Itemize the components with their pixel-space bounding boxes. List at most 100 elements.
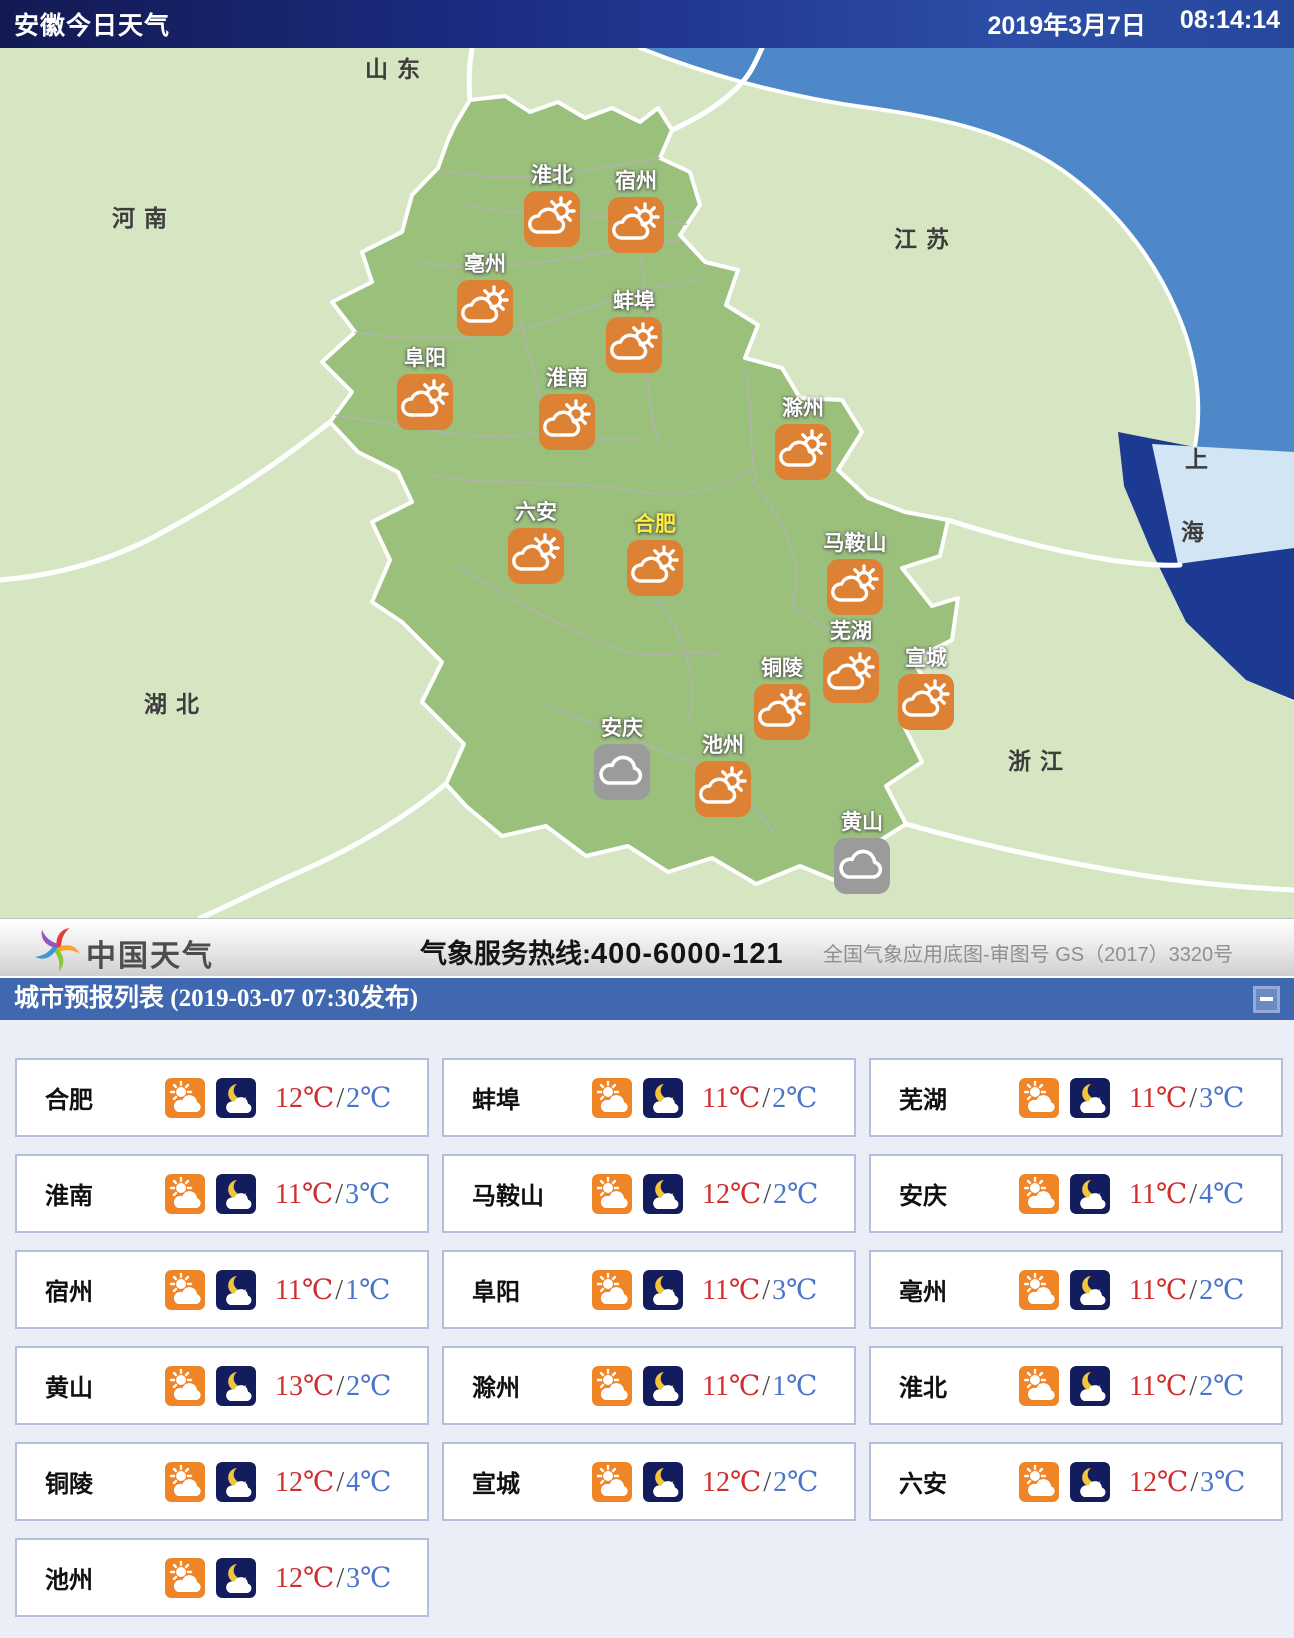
forecast-card: 池州 12℃/3℃ [15,1538,429,1617]
map-city-marker: 淮南 [507,368,627,450]
low-temp: 3℃ [1199,1083,1244,1114]
map-city-label: 铜陵 [761,658,803,680]
map-region-label: 上 [1185,440,1217,474]
day-weather-icon [592,1366,632,1406]
map-city-label: 芜湖 [830,621,872,643]
map-region-label: 江苏 [894,220,958,254]
minimize-button[interactable] [1253,986,1280,1013]
map-city-label: 宿州 [615,171,657,193]
forecast-card: 马鞍山 12℃/2℃ [442,1154,856,1233]
map-city-label: 淮南 [546,368,588,390]
forecast-card: 淮南 11℃/3℃ [15,1154,429,1233]
day-weather-icon [1019,1078,1059,1118]
map-region-label: 河南 [112,199,176,233]
map-city-marker: 蚌埠 [574,291,694,373]
temp-separator: / [760,1275,772,1306]
map-region-label: 海 [1181,513,1213,547]
high-temp: 11℃ [1129,1179,1187,1210]
forecast-card: 阜阳 11℃/3℃ [442,1250,856,1329]
day-weather-icon [1019,1462,1059,1502]
high-temp: 12℃ [1129,1467,1188,1498]
forecast-city-name: 马鞍山 [472,1176,592,1211]
map-region-label: 湖北 [144,685,208,719]
high-temp: 11℃ [275,1179,333,1210]
forecast-list-header: 城市预报列表 (2019-03-07 07:30发布) [0,976,1294,1020]
day-weather-icon [592,1078,632,1118]
forecast-city-name: 蚌埠 [472,1080,592,1115]
map-city-marker: 六安 [476,502,596,584]
map-city-label: 阜阳 [404,348,446,370]
partly-cloudy-icon [539,394,595,450]
day-weather-icon [1019,1174,1059,1214]
day-weather-icon [165,1078,205,1118]
high-temp: 11℃ [702,1083,760,1114]
forecast-list: 合肥 12℃/2℃ 蚌埠 [0,1020,1294,1638]
forecast-card: 亳州 11℃/2℃ [869,1250,1283,1329]
night-weather-icon [643,1366,683,1406]
current-date: 2019年3月7日 [987,6,1145,42]
map-city-label: 六安 [515,502,557,524]
map-city-marker: 铜陵 [722,658,842,740]
night-weather-icon [216,1174,256,1214]
temp-separator: / [761,1179,773,1210]
forecast-card: 六安 12℃/3℃ [869,1442,1283,1521]
low-temp: 3℃ [772,1275,817,1306]
forecast-city-name: 亳州 [899,1272,1019,1307]
temp-separator: / [334,1083,346,1114]
forecast-grid: 合肥 12℃/2℃ 蚌埠 [15,1058,1294,1617]
forecast-city-name: 淮北 [899,1368,1019,1403]
forecast-city-name: 滁州 [472,1368,592,1403]
temperature-range: 12℃/2℃ [702,1177,818,1211]
day-weather-icon [592,1174,632,1214]
night-weather-icon [216,1366,256,1406]
night-weather-icon [216,1558,256,1598]
low-temp: 4℃ [1199,1179,1244,1210]
low-temp: 3℃ [1200,1467,1245,1498]
temp-separator: / [334,1563,346,1594]
map-city-label: 滁州 [782,398,824,420]
high-temp: 11℃ [702,1275,760,1306]
high-temp: 11℃ [275,1275,333,1306]
temp-separator: / [761,1467,773,1498]
temperature-range: 11℃/4℃ [1129,1177,1244,1211]
forecast-city-name: 阜阳 [472,1272,592,1307]
partly-cloudy-icon [508,528,564,584]
map-license-text: 全国气象应用底图-审图号 GS（2017）3320号 [823,938,1233,967]
forecast-city-name: 淮南 [45,1176,165,1211]
day-weather-icon [1019,1366,1059,1406]
partly-cloudy-icon [775,424,831,480]
partly-cloudy-icon [695,761,751,817]
partly-cloudy-icon [608,197,664,253]
forecast-card: 合肥 12℃/2℃ [15,1058,429,1137]
forecast-card: 黄山 13℃/2℃ [15,1346,429,1425]
temp-separator: / [333,1179,345,1210]
forecast-card: 安庆 11℃/4℃ [869,1154,1283,1233]
day-weather-icon [165,1366,205,1406]
day-weather-icon [165,1462,205,1502]
map-region-label: 山东 [365,50,429,84]
temp-separator: / [1187,1083,1199,1114]
partly-cloudy-icon [606,317,662,373]
map-city-marker: 阜阳 [365,348,485,430]
low-temp: 2℃ [773,1179,818,1210]
map-city-label: 黄山 [841,812,883,834]
low-temp: 1℃ [772,1371,817,1402]
map-city-label: 池州 [702,735,744,757]
day-weather-icon [1019,1270,1059,1310]
low-temp: 2℃ [346,1371,391,1402]
low-temp: 3℃ [346,1563,391,1594]
temperature-range: 11℃/1℃ [702,1369,817,1403]
temperature-range: 11℃/2℃ [1129,1273,1244,1307]
forecast-city-name: 宣城 [472,1464,592,1499]
forecast-city-name: 宿州 [45,1272,165,1307]
map-city-label: 宣城 [905,648,947,670]
forecast-card: 滁州 11℃/1℃ [442,1346,856,1425]
low-temp: 2℃ [772,1083,817,1114]
low-temp: 2℃ [1199,1275,1244,1306]
temperature-range: 11℃/2℃ [1129,1369,1244,1403]
high-temp: 13℃ [275,1371,334,1402]
temperature-range: 11℃/3℃ [1129,1081,1244,1115]
low-temp: 2℃ [1199,1371,1244,1402]
map-city-marker: 宿州 [576,171,696,253]
low-temp: 3℃ [345,1179,390,1210]
